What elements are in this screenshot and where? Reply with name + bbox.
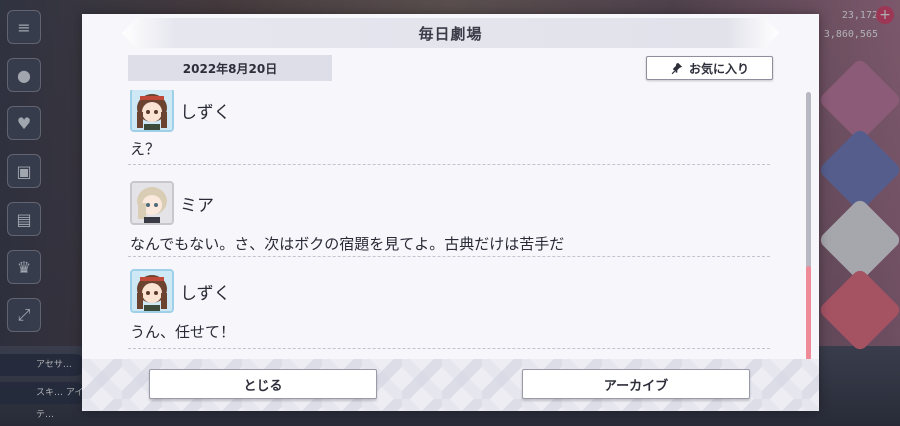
modal-footer: とじる アーカイブ	[82, 359, 819, 411]
pin-icon	[671, 62, 683, 74]
archive-button[interactable]: アーカイブ	[522, 369, 750, 399]
avatar-shizuku	[130, 90, 174, 132]
date-label: 2022年8月20日	[128, 55, 332, 81]
scrollbar[interactable]	[806, 92, 811, 367]
avatar-shizuku	[130, 269, 174, 313]
dialogue-entry: しずく うん、任せて！	[128, 257, 770, 349]
dialogue-text: え？	[130, 140, 161, 158]
favorite-label: お気に入り	[688, 61, 749, 76]
speaker-row: しずく	[130, 90, 231, 132]
avatar-mia	[130, 181, 174, 225]
modal-title: 毎日劇場	[418, 24, 483, 43]
speaker-name: しずく	[180, 283, 231, 304]
scrollbar-thumb[interactable]	[806, 266, 811, 366]
dialogue-text: うん、任せて！	[130, 323, 236, 341]
favorite-button[interactable]: お気に入り	[646, 56, 773, 80]
speaker-row: ミア	[130, 181, 214, 225]
dialogue-entry: しずく え？	[128, 90, 770, 165]
speaker-name: ミア	[180, 195, 214, 216]
dialogue-entry: ミア なんでもない。さ、次はボクの宿題を見てよ。古典だけは苦手だ	[128, 165, 770, 257]
dialogue-log[interactable]: しずく え？ ミア なんでもない。さ、次はボクの宿題を見てよ。古典だけは苦手だ …	[128, 90, 770, 362]
close-button[interactable]: とじる	[149, 369, 377, 399]
modal-header: 毎日劇場	[122, 18, 779, 48]
dialogue-text: なんでもない。さ、次はボクの宿題を見てよ。古典だけは苦手だ	[130, 235, 565, 253]
speaker-row: しずく	[130, 269, 231, 313]
speaker-name: しずく	[180, 102, 231, 123]
daily-theater-modal: 毎日劇場 2022年8月20日 お気に入り しずく え？ ミア なんでもない。さ…	[82, 14, 819, 411]
